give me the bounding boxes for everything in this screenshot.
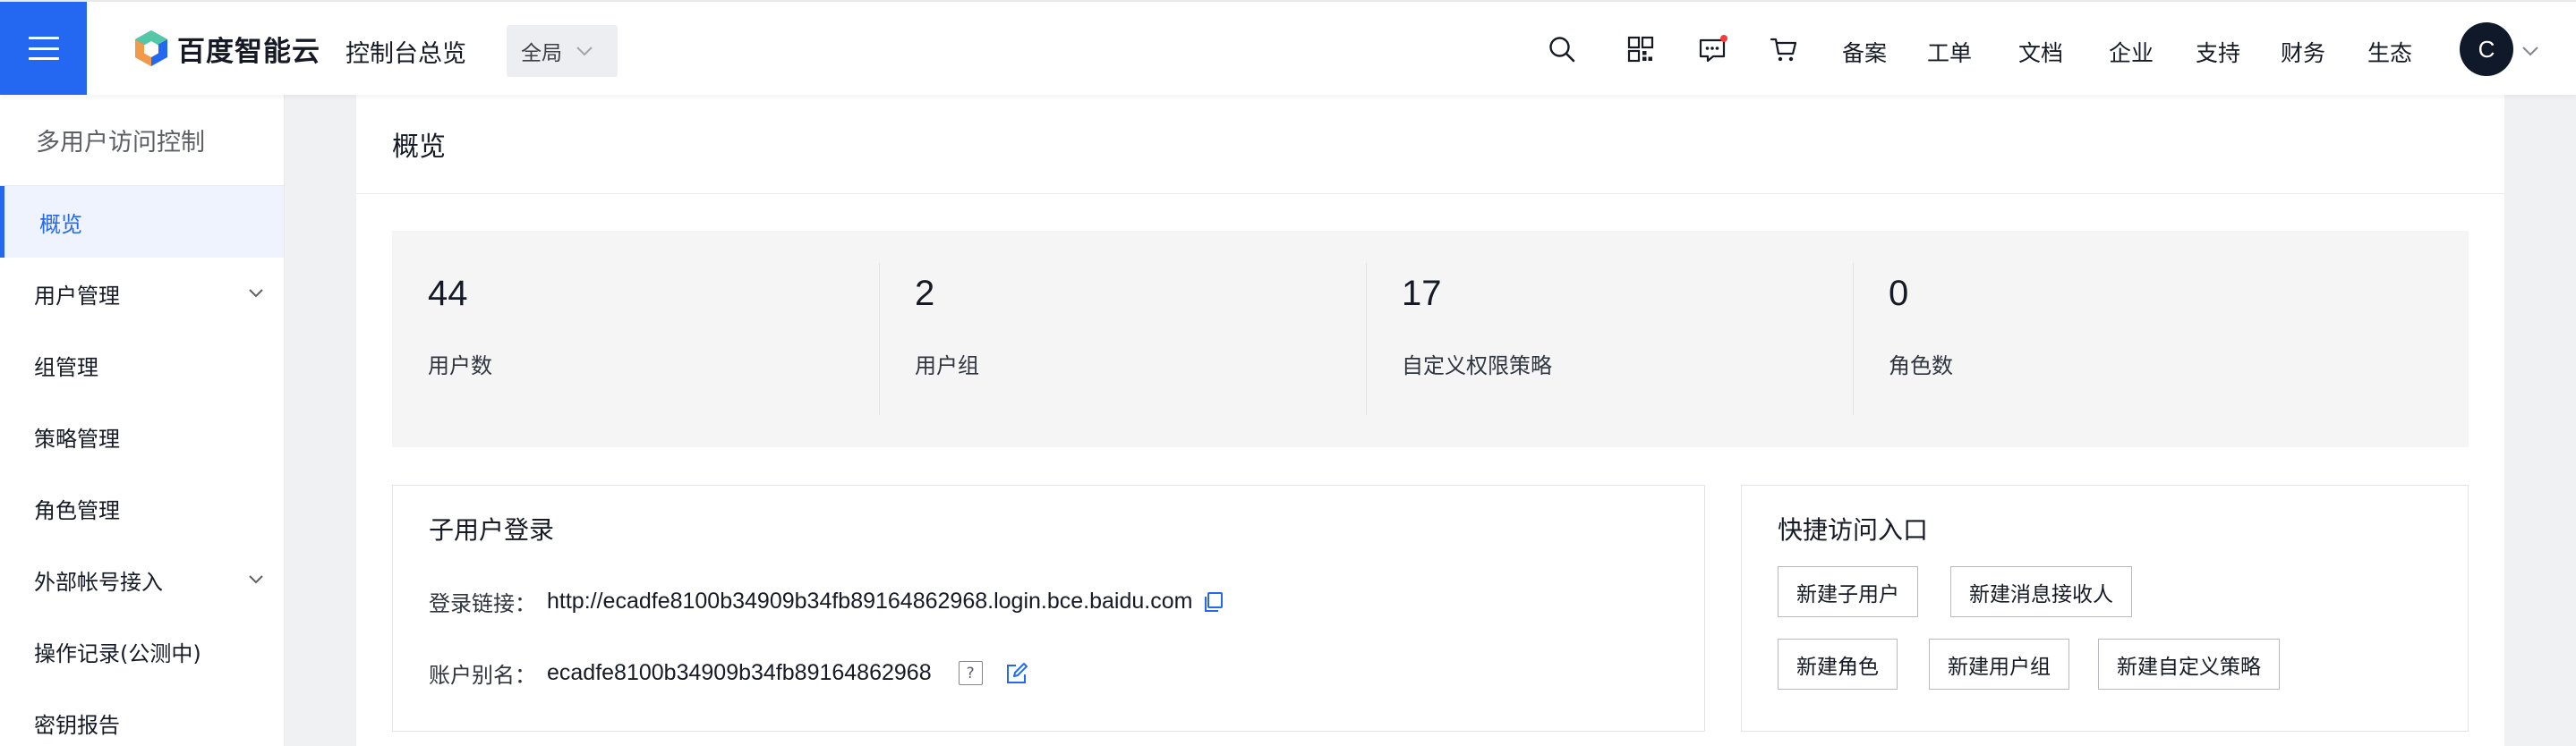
page-title: 概览: [356, 95, 2504, 194]
stat-label: 角色数: [1889, 353, 1953, 378]
message-icon[interactable]: [1697, 34, 1727, 64]
nav-link-finance[interactable]: 财务: [2281, 36, 2325, 68]
brand-name: 百度智能云: [177, 35, 320, 68]
chevron-down-icon: [249, 289, 263, 298]
login-link-label: 登录链接：: [429, 591, 536, 616]
card-title: 快捷访问入口: [1778, 515, 1929, 545]
console-overview-link[interactable]: 控制台总览: [345, 34, 466, 69]
sidebar-item-overview[interactable]: 概览: [0, 186, 284, 258]
menu-icon: [28, 37, 59, 60]
account-alias-label: 账户别名：: [429, 663, 536, 688]
brand-logo[interactable]: 百度智能云: [132, 29, 320, 68]
quick-access-card: 快捷访问入口 新建子用户 新建消息接收人 新建角色 新建用户组 新建自定义策略: [1741, 485, 2469, 732]
hamburger-menu-button[interactable]: [0, 2, 87, 95]
chevron-down-icon[interactable]: [2521, 41, 2540, 61]
region-select-value: 全局: [521, 42, 562, 65]
stat-value: 17: [1402, 274, 1442, 313]
main-content: 概览 44 用户数 2 用户组 17 自定义权限策略 0 角色数 子用户登录 登…: [356, 95, 2504, 746]
sidebar-title: 多用户访问控制: [0, 95, 284, 186]
new-custom-policy-button[interactable]: 新建自定义策略: [2098, 639, 2280, 690]
stats-panel: 44 用户数 2 用户组 17 自定义权限策略 0 角色数: [392, 231, 2469, 447]
sidebar-item-label: 策略管理: [34, 426, 120, 452]
account-alias-value: ecadfe8100b34909b34fb89164862968: [547, 660, 932, 685]
new-role-button[interactable]: 新建角色: [1778, 639, 1898, 690]
stat-value: 44: [428, 274, 468, 313]
sidebar: 多用户访问控制 概览 用户管理 组管理 策略管理 角色管理 外部帐号接入 操作记…: [0, 95, 285, 746]
qrcode-icon[interactable]: [1625, 34, 1656, 64]
login-link-row: 登录链接： http://ecadfe8100b34909b34fb891648…: [429, 586, 1226, 617]
region-select[interactable]: 全局: [507, 25, 618, 77]
sidebar-item-external-account[interactable]: 外部帐号接入: [0, 544, 284, 615]
new-message-recipient-button[interactable]: 新建消息接收人: [1950, 566, 2132, 617]
stat-label: 用户数: [428, 353, 492, 378]
sidebar-item-role-management[interactable]: 角色管理: [0, 472, 284, 544]
stat-user-count[interactable]: 44 用户数: [392, 259, 879, 419]
sidebar-item-label: 外部帐号接入: [34, 569, 163, 595]
sidebar-item-label: 操作记录(公测中): [34, 640, 201, 666]
nav-link-filing[interactable]: 备案: [1842, 36, 1887, 68]
sidebar-item-label: 组管理: [34, 354, 98, 380]
sidebar-item-label: 概览: [39, 211, 82, 237]
stat-value: 0: [1889, 274, 1909, 313]
nav-link-ticket[interactable]: 工单: [1927, 36, 1972, 68]
new-user-group-button[interactable]: 新建用户组: [1929, 639, 2069, 690]
stat-role-count[interactable]: 0 角色数: [1853, 259, 2340, 419]
search-icon[interactable]: [1547, 34, 1577, 64]
baidu-cloud-logo-icon: [135, 30, 167, 66]
stat-label: 用户组: [915, 353, 979, 378]
account-alias-row: 账户别名： ecadfe8100b34909b34fb89164862968 ?: [429, 657, 1029, 689]
sidebar-item-policy-management[interactable]: 策略管理: [0, 401, 284, 472]
sidebar-item-label: 用户管理: [34, 283, 120, 309]
card-title: 子用户登录: [429, 515, 555, 545]
nav-link-docs[interactable]: 文档: [2018, 36, 2063, 68]
sidebar-item-group-management[interactable]: 组管理: [0, 329, 284, 401]
sidebar-item-operation-log[interactable]: 操作记录(公测中): [0, 615, 284, 687]
sidebar-item-label: 角色管理: [34, 497, 120, 523]
help-icon[interactable]: ?: [958, 661, 983, 685]
edit-icon[interactable]: [1004, 661, 1029, 686]
nav-link-enterprise[interactable]: 企业: [2109, 36, 2154, 68]
sub-user-login-card: 子用户登录 登录链接： http://ecadfe8100b34909b34fb…: [392, 485, 1705, 732]
user-avatar[interactable]: C: [2460, 22, 2513, 76]
top-navigation-bar: 百度智能云 控制台总览 全局 备案 工单 文档 企业 支持 财务 生态 C: [0, 0, 2576, 95]
stat-custom-policies[interactable]: 17 自定义权限策略: [1366, 259, 1853, 419]
notification-dot: [1720, 35, 1727, 42]
chevron-down-icon: [576, 47, 593, 56]
nav-link-support[interactable]: 支持: [2196, 36, 2240, 68]
sidebar-item-user-management[interactable]: 用户管理: [0, 258, 284, 329]
cart-icon[interactable]: [1769, 34, 1799, 64]
nav-link-ecosystem[interactable]: 生态: [2367, 36, 2412, 68]
stat-value: 2: [915, 274, 935, 313]
stat-user-groups[interactable]: 2 用户组: [879, 259, 1366, 419]
login-link-value[interactable]: http://ecadfe8100b34909b34fb89164862968.…: [547, 589, 1192, 615]
copy-icon[interactable]: [1201, 589, 1226, 615]
chevron-down-icon: [249, 575, 263, 584]
sidebar-item-key-report[interactable]: 密钥报告: [0, 687, 284, 746]
sidebar-item-label: 密钥报告: [34, 712, 120, 738]
new-sub-user-button[interactable]: 新建子用户: [1778, 566, 1918, 617]
stat-label: 自定义权限策略: [1402, 353, 1552, 378]
